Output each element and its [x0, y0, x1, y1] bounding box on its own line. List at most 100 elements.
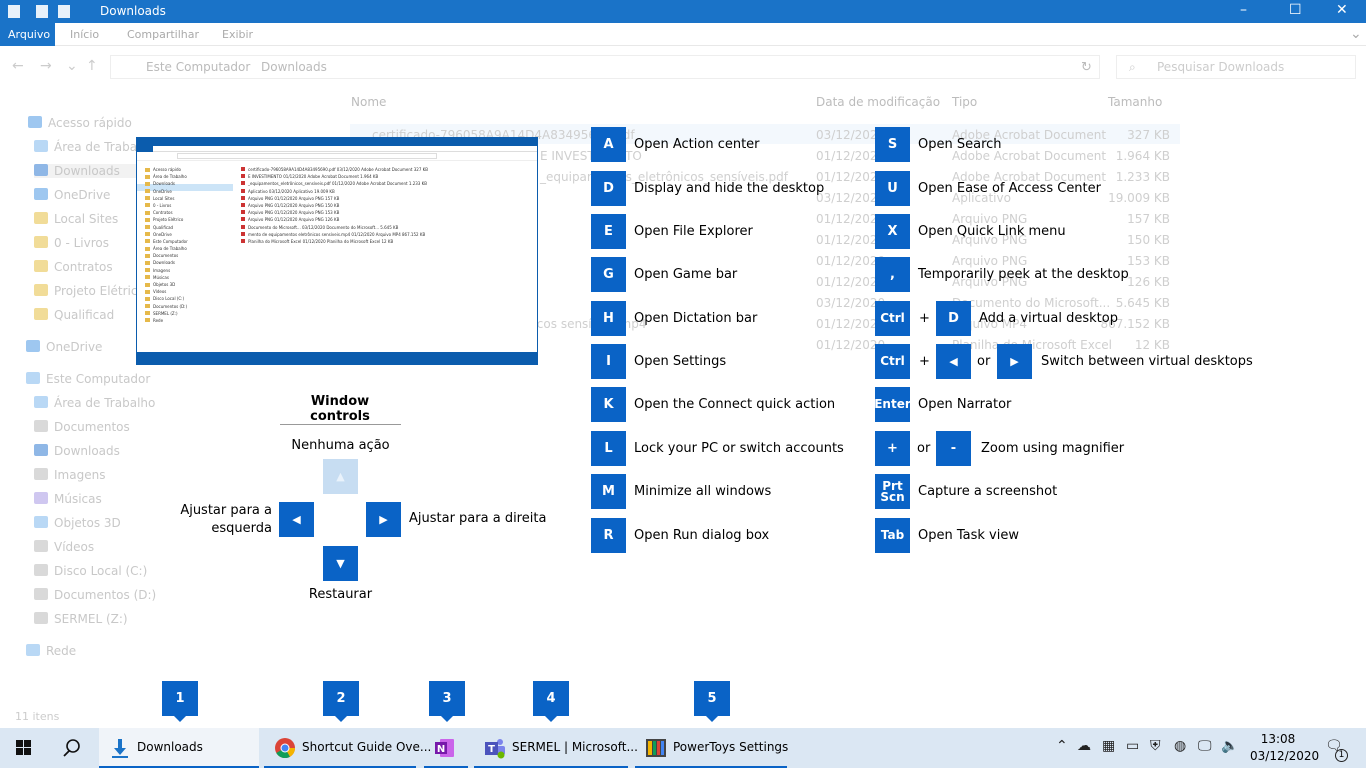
forward-icon[interactable]: →: [40, 58, 52, 74]
sidebar-item[interactable]: OneDrive: [26, 340, 102, 354]
breadcrumb-computer[interactable]: Este Computador: [146, 60, 250, 74]
sidebar-item-label: Downloads: [54, 164, 120, 178]
sidebar-item[interactable]: Vídeos: [34, 540, 94, 554]
column-size[interactable]: Tamanho: [1108, 95, 1162, 109]
arrow-up-icon: ▲: [323, 459, 358, 494]
sidebar-item[interactable]: Este Computador: [26, 372, 150, 386]
close-icon[interactable]: ✕: [1336, 2, 1348, 18]
sidebar-item[interactable]: Local Sites: [34, 212, 118, 226]
new-folder-icon[interactable]: [58, 5, 70, 18]
address-bar[interactable]: Este Computador Downloads ↻: [110, 55, 1100, 79]
globe-icon[interactable]: ◍: [1174, 738, 1186, 754]
tab-exibir[interactable]: Exibir: [222, 28, 253, 41]
file-size: 19.009 KB: [1108, 191, 1170, 205]
column-type[interactable]: Tipo: [952, 95, 977, 109]
taskbar-app-teams[interactable]: T SERMEL | Microsoft...: [474, 728, 638, 768]
folder-icon: [34, 164, 48, 176]
clock[interactable]: 13:08 03/12/2020: [1250, 731, 1319, 765]
search-box[interactable]: ⌕ Pesquisar Downloads: [1116, 55, 1356, 79]
folder-icon: [34, 516, 48, 528]
folder-icon: [8, 5, 20, 18]
taskbar-app-powertoys[interactable]: PowerToys Settings: [635, 728, 789, 768]
sidebar-item-label: Contratos: [54, 260, 113, 274]
tab-arquivo[interactable]: Arquivo: [0, 23, 55, 46]
taskbar-number-badge: 5: [694, 681, 730, 722]
sidebar-item[interactable]: Imagens: [34, 468, 105, 482]
title-bar: Downloads – ☐ ✕: [0, 0, 1366, 23]
key-r: R: [591, 518, 626, 553]
key-minus: -: [936, 431, 971, 466]
sidebar-item[interactable]: Documentos: [34, 420, 130, 434]
security-icon[interactable]: ⛨: [1150, 738, 1161, 754]
key-u: U: [875, 171, 910, 206]
shortcut-label-ctrl-d: Add a virtual desktop: [979, 311, 1118, 326]
key-k: K: [591, 387, 626, 422]
start-button[interactable]: [0, 728, 48, 768]
maximize-icon[interactable]: ☐: [1289, 2, 1302, 18]
snap-right-label: Ajustar para a direita: [409, 511, 547, 526]
back-icon[interactable]: ←: [12, 58, 24, 74]
arrow-right-icon: ▶: [997, 344, 1032, 379]
sidebar-item[interactable]: SERMEL (Z:): [34, 612, 128, 626]
folder-icon: [34, 444, 48, 456]
file-size: 157 KB: [1127, 212, 1170, 226]
shortcut-label-comma: Temporarily peek at the desktop: [918, 267, 1129, 282]
shortcut-label: Open Game bar: [634, 267, 738, 282]
expand-ribbon-icon[interactable]: ⌄: [1350, 26, 1362, 42]
taskbar-app-label: PowerToys Settings: [673, 740, 789, 754]
thumbnail-file-row: Documento do Microsoft... 03/12/2020 Doc…: [237, 224, 537, 231]
sidebar-item[interactable]: Contratos: [34, 260, 113, 274]
taskbar-app-downloads[interactable]: Downloads: [99, 728, 259, 768]
onedrive-icon[interactable]: ☁: [1077, 738, 1091, 754]
key-e: E: [591, 214, 626, 249]
sidebar-item[interactable]: Downloads: [34, 444, 120, 458]
window-thumbnail: Acesso rápido Área de Trabalho Downloads On…: [136, 137, 538, 365]
sidebar-item[interactable]: Documentos (D:): [34, 588, 156, 602]
up-icon[interactable]: ↑: [86, 58, 98, 74]
key-d: D: [591, 171, 626, 206]
column-name[interactable]: Nome: [351, 95, 386, 109]
column-date[interactable]: Data de modificação: [816, 95, 940, 109]
sidebar-item[interactable]: Disco Local (C:): [34, 564, 147, 578]
taskbar-app-label: SERMEL | Microsoft...: [512, 740, 638, 754]
network-icon[interactable]: 🖵: [1198, 738, 1212, 754]
file-type: Arquivo PNG: [952, 254, 1028, 268]
sidebar-item[interactable]: Acesso rápido: [28, 116, 132, 130]
sidebar-item[interactable]: OneDrive: [34, 188, 110, 202]
tab-compartilhar[interactable]: Compartilhar: [127, 28, 199, 41]
shortcut-label: Minimize all windows: [634, 484, 772, 499]
taskbar-app-chrome[interactable]: Shortcut Guide Ove...: [264, 728, 431, 768]
search-icon: [63, 739, 80, 757]
refresh-icon[interactable]: ↻: [1081, 60, 1092, 75]
minimize-icon[interactable]: –: [1240, 2, 1247, 18]
show-hidden-icons-icon[interactable]: ⌃: [1056, 738, 1068, 754]
properties-icon[interactable]: [36, 5, 48, 18]
thumbnail-file-row: certificado-796058A9A14D4A83495690.pdf 0…: [237, 166, 537, 173]
power-icon[interactable]: ▭: [1126, 738, 1139, 754]
tab-inicio[interactable]: Início: [70, 28, 99, 41]
thumbnail-nav-item: 0 - Livros: [137, 202, 233, 209]
teams-tray-icon[interactable]: ▦: [1102, 738, 1115, 754]
folder-icon: [26, 372, 40, 384]
sidebar-item-label: Objetos 3D: [54, 516, 121, 530]
folder-icon: [34, 612, 48, 624]
recent-chevron-icon[interactable]: ⌄: [66, 58, 78, 74]
thumbnail-nav-item: Vídeos: [137, 288, 233, 295]
sidebar-item[interactable]: Músicas: [34, 492, 102, 506]
restore-label: Restaurar: [308, 587, 373, 602]
key-enter: Enter: [874, 387, 911, 422]
sidebar-item[interactable]: Objetos 3D: [34, 516, 121, 530]
breadcrumb-downloads[interactable]: Downloads: [261, 60, 327, 74]
sidebar-item[interactable]: 0 - Livros: [34, 236, 109, 250]
taskbar-app-onenote[interactable]: N: [424, 728, 468, 768]
search-button[interactable]: [48, 728, 96, 768]
volume-icon[interactable]: 🔈: [1221, 738, 1238, 754]
file-type: Documento do Microsoft...: [952, 296, 1111, 310]
download-folder-icon: [112, 739, 128, 758]
sidebar-item[interactable]: Rede: [26, 644, 76, 658]
sidebar-item[interactable]: Área de Trabalho: [34, 396, 155, 410]
folder-icon: [26, 644, 40, 656]
sidebar-item[interactable]: Qualificad: [34, 308, 114, 322]
sidebar-item[interactable]: Projeto Elétrico: [34, 284, 145, 298]
shortcut-label: Display and hide the desktop: [634, 181, 825, 196]
